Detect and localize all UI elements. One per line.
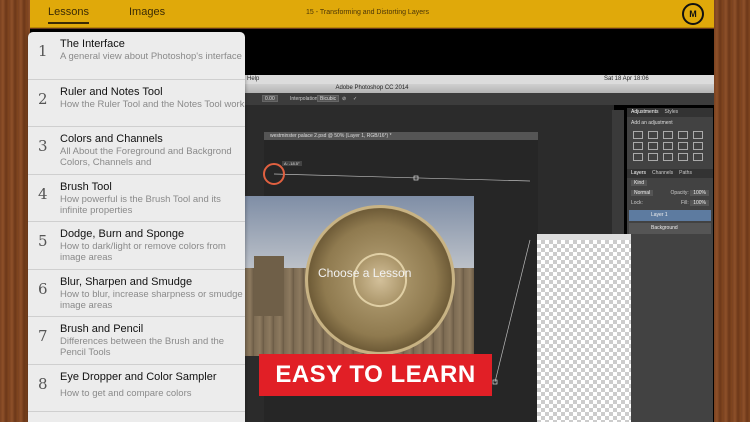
add-adjustment-label: Add an adjustment — [631, 120, 673, 126]
lesson-description: All About the Foreground and Backgrond C… — [60, 146, 232, 168]
lesson-number: 6 — [38, 279, 48, 298]
lesson-name: Brush and Pencil — [60, 323, 144, 335]
tab-adjustments[interactable]: Adjustments — [631, 108, 659, 117]
lesson-description: How to dark/light or remove colors from … — [60, 241, 226, 263]
lesson-name: Dodge, Burn and Sponge — [60, 228, 185, 240]
lesson-number: 1 — [38, 42, 48, 60]
list-item[interactable]: 1 The Interface A general view about Pho… — [28, 32, 245, 80]
bw-icon[interactable] — [663, 142, 673, 150]
posterize-icon[interactable] — [648, 153, 658, 161]
lesson-name: Ruler and Notes Tool — [60, 85, 163, 98]
lock-label: Lock: — [631, 200, 643, 206]
fill-label: Fill: — [681, 200, 689, 206]
commit-transform-icon[interactable]: ✓ — [353, 96, 357, 102]
lesson-number: 4 — [38, 184, 48, 203]
easy-to-learn-banner: EASY TO LEARN — [259, 354, 492, 396]
tab-styles[interactable]: Styles — [665, 108, 679, 117]
palace-tower — [254, 256, 284, 316]
tab-paths[interactable]: Paths — [679, 169, 692, 178]
exposure-icon[interactable] — [678, 131, 688, 139]
list-item[interactable]: 8 Eye Dropper and Color Sampler How to g… — [28, 365, 245, 412]
lesson-name: Colors and Channels — [60, 133, 163, 145]
right-panels: Adjustments Styles Add an adjustment Lay… — [627, 108, 713, 422]
choose-lesson-caption: Choose a Lesson — [318, 266, 412, 280]
threshold-icon[interactable] — [663, 153, 673, 161]
list-item[interactable]: 5 Dodge, Burn and Sponge How to dark/lig… — [28, 222, 245, 270]
lesson-number: 2 — [38, 89, 48, 108]
lock-row: Lock: Fill: 100% — [627, 198, 713, 208]
list-item[interactable]: 7 Brush and Pencil Differences between t… — [28, 317, 245, 365]
adjustments-tabs: Adjustments Styles — [627, 108, 713, 117]
tab-lessons[interactable]: Lessons — [48, 6, 89, 24]
tab-layers[interactable]: Layers — [631, 169, 646, 178]
invert-icon[interactable] — [633, 153, 643, 161]
rotation-cursor-icon — [263, 163, 285, 185]
list-item-partial[interactable] — [28, 412, 245, 422]
lesson-number: 8 — [38, 374, 48, 393]
list-item[interactable]: 4 Brush Tool How powerful is the Brush T… — [28, 175, 245, 222]
curves-icon[interactable] — [663, 131, 673, 139]
angle-field[interactable]: 0.00 — [262, 95, 278, 102]
hue-icon[interactable] — [633, 142, 643, 150]
lesson-list[interactable]: 1 The Interface A general view about Pho… — [28, 32, 245, 422]
top-nav-bar: Lessons Images 15 - Transforming and Dis… — [30, 0, 714, 28]
gradient-map-icon[interactable] — [678, 153, 688, 161]
document-tab[interactable]: westminster palace 2.psd @ 50% (Layer 1,… — [264, 132, 538, 140]
kind-filter[interactable]: Kind — [631, 180, 648, 186]
levels-icon[interactable] — [648, 131, 658, 139]
wood-frame-right — [714, 0, 750, 422]
lesson-description: How to get and compare colors — [60, 387, 192, 399]
lesson-description: How to blur, increase sharpness or smudg… — [60, 288, 243, 311]
layer-row[interactable]: Background — [629, 223, 711, 234]
tab-channels[interactable]: Channels — [652, 169, 673, 178]
fill-field[interactable]: 100% — [690, 200, 709, 206]
kind-row: Kind — [627, 178, 713, 188]
app-logo-icon[interactable]: M — [682, 3, 704, 25]
lesson-name: Blur, Sharpen and Smudge — [60, 275, 193, 288]
layer-row[interactable]: Layer 1 — [629, 210, 711, 221]
blend-mode-select[interactable]: Normal — [631, 190, 654, 196]
adjustment-icons[interactable] — [627, 129, 713, 163]
lesson-number: 7 — [38, 327, 48, 345]
lesson-description: How the Ruler Tool and the Notes Tool wo… — [60, 98, 245, 110]
lesson-name: Brush Tool — [60, 180, 112, 193]
lesson-name: Eye Dropper and Color Sampler — [60, 370, 217, 383]
selective-color-icon[interactable] — [693, 153, 703, 161]
opacity-label: Opacity: — [670, 190, 689, 196]
menu-help[interactable]: Help — [247, 76, 259, 82]
vibrance-icon[interactable] — [693, 131, 703, 139]
interpolation-label: Interpolation: — [290, 96, 319, 102]
cancel-transform-icon[interactable]: ⊘ — [342, 96, 346, 102]
list-item[interactable]: 3 Colors and Channels All About the Fore… — [28, 127, 245, 175]
brightness-icon[interactable] — [633, 131, 643, 139]
clock-readout: Sat 18 Apr 18:06 — [604, 76, 649, 82]
lesson-description: A general view about Photoshop's interfa… — [60, 51, 242, 62]
rotation-readout: A: -18.5° — [282, 161, 302, 166]
transparent-layer-preview — [537, 234, 631, 422]
tab-images[interactable]: Images — [129, 6, 165, 18]
lesson-description: How powerful is the Brush Tool and its i… — [60, 193, 221, 216]
list-item[interactable]: 6 Blur, Sharpen and Smudge How to blur, … — [28, 270, 245, 317]
blend-row: Normal Opacity: 100% — [627, 188, 713, 198]
lesson-number: 5 — [38, 232, 48, 250]
opacity-field[interactable]: 100% — [690, 190, 709, 196]
photo-filter-icon[interactable] — [678, 142, 688, 150]
color-balance-icon[interactable] — [648, 142, 658, 150]
lesson-title: 15 - Transforming and Distorting Layers — [306, 9, 429, 16]
channel-mixer-icon[interactable] — [693, 142, 703, 150]
lesson-number: 3 — [38, 137, 48, 155]
lesson-description: Differences between the Brush and the Pe… — [60, 336, 225, 358]
list-item[interactable]: 2 Ruler and Notes Tool How the Ruler Too… — [28, 80, 245, 127]
layers-tabs: Layers Channels Paths — [627, 169, 713, 178]
interpolation-select[interactable]: Bicubic — [317, 95, 340, 102]
lesson-name: The Interface — [60, 38, 125, 50]
wood-frame-left — [0, 0, 30, 422]
